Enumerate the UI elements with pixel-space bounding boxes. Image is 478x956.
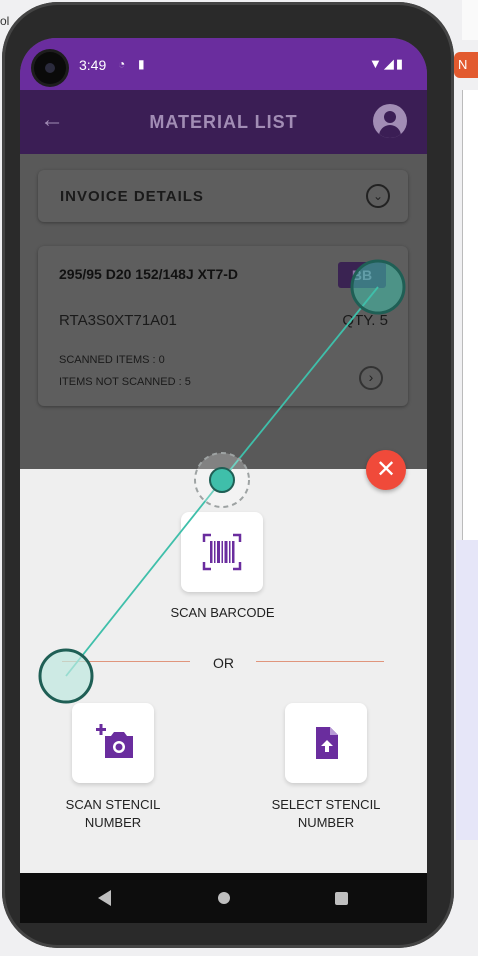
chevron-down-icon[interactable]: ⌄ xyxy=(366,184,390,208)
invoice-details-card[interactable]: INVOICE DETAILS ⌄ xyxy=(38,170,408,222)
status-bar: 3:49 ◔ ▮ ▼◢▮ xyxy=(20,38,427,90)
or-text: OR xyxy=(213,655,234,671)
app-bar: ← MATERIAL LIST xyxy=(20,90,427,154)
sd-card-icon: ▮ xyxy=(138,57,145,71)
desktop-panel-lower xyxy=(456,540,478,840)
scan-options-sheet: SCAN BARCODE OR SCAN STENCIL NUMBER SELE… xyxy=(20,469,427,914)
desktop-app-badge: N xyxy=(454,52,478,78)
chevron-right-icon[interactable]: › xyxy=(359,366,383,390)
barcode-icon xyxy=(202,533,242,571)
or-divider-left xyxy=(62,661,190,662)
add-photo-icon xyxy=(96,724,133,758)
front-camera xyxy=(34,52,66,84)
material-item-card[interactable]: 295/95 D20 152/148J XT7-D BB RTA3S0XT71A… xyxy=(38,246,408,406)
nav-back-icon[interactable] xyxy=(98,890,111,906)
item-code: RTA3S0XT71A01 xyxy=(59,312,177,329)
sync-icon: ◔ xyxy=(118,57,126,71)
select-stencil-button[interactable] xyxy=(285,703,367,783)
or-divider-right xyxy=(256,661,384,662)
select-stencil-label: SELECT STENCIL NUMBER xyxy=(271,797,381,830)
items-not-scanned: ITEMS NOT SCANNED : 5 xyxy=(59,376,191,388)
android-nav-bar xyxy=(20,873,427,923)
scan-stencil-label: SCAN STENCIL NUMBER xyxy=(65,797,161,830)
scan-barcode-label: SCAN BARCODE xyxy=(170,605,275,620)
scan-barcode-button[interactable] xyxy=(181,512,263,592)
item-badge: BB xyxy=(338,262,386,288)
invoice-details-label: INVOICE DETAILS xyxy=(60,188,204,205)
page-title: MATERIAL LIST xyxy=(149,112,298,132)
item-qty: QTY. 5 xyxy=(342,312,388,329)
status-time: 3:49 xyxy=(79,57,107,73)
nav-home-icon[interactable] xyxy=(218,892,230,904)
nav-recents-icon[interactable] xyxy=(335,892,348,905)
scan-stencil-button[interactable] xyxy=(72,703,154,783)
desktop-edge-text: ol xyxy=(0,14,10,28)
close-icon[interactable]: ✕ xyxy=(366,450,406,490)
wifi-signal-battery-icons: ▼◢▮ xyxy=(368,56,405,71)
item-name: 295/95 D20 152/148J XT7-D xyxy=(59,266,239,282)
account-icon[interactable] xyxy=(373,104,407,138)
phone-screen: 3:49 ◔ ▮ ▼◢▮ ← MATERIAL LIST INVOICE DET… xyxy=(20,38,427,914)
scanned-items: SCANNED ITEMS : 0 xyxy=(59,354,165,366)
desktop-strip xyxy=(462,0,478,40)
file-upload-icon xyxy=(316,727,338,759)
